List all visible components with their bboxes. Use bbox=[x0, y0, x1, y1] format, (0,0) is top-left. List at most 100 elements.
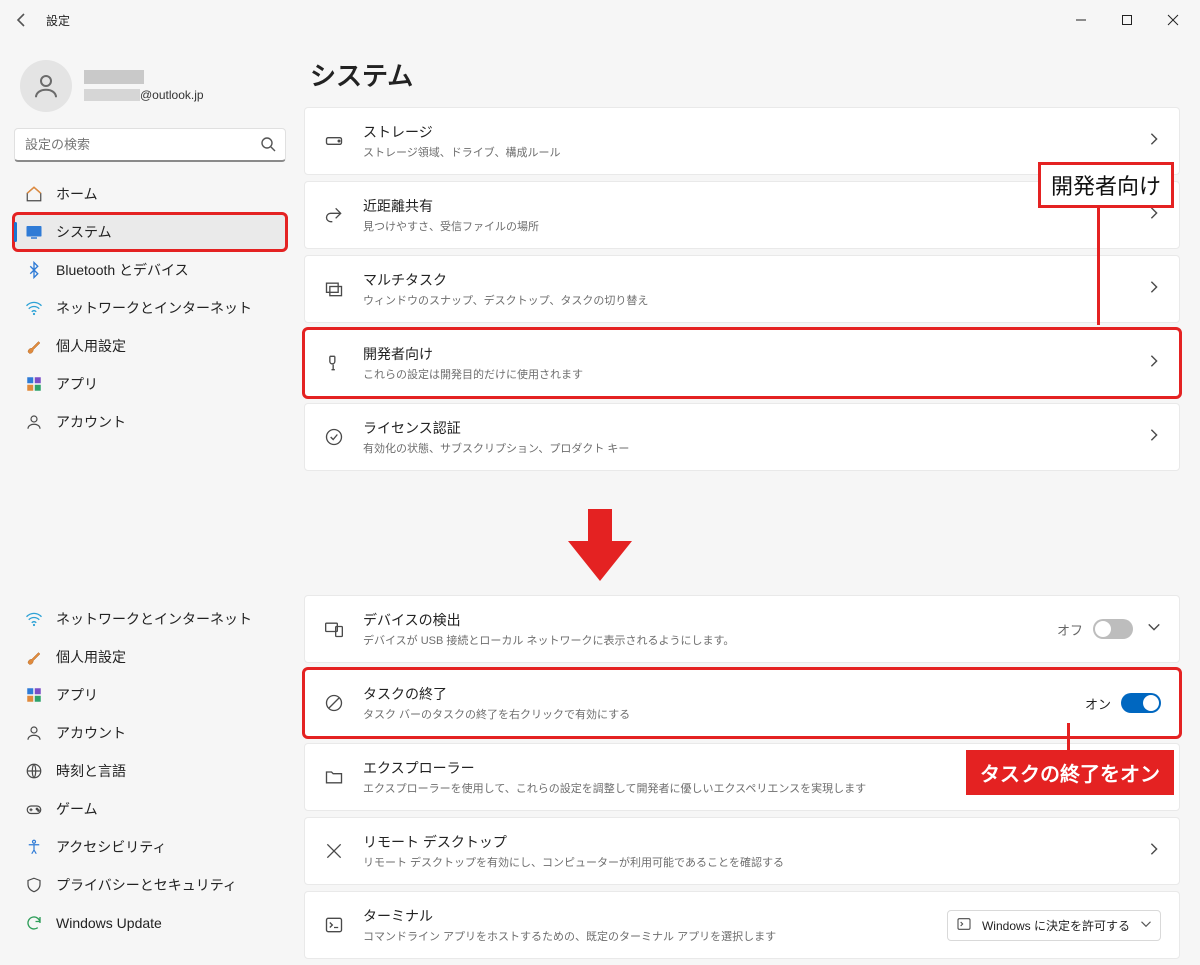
nav-windows-update[interactable]: Windows Update bbox=[14, 905, 286, 941]
nav-accounts[interactable]: アカウント bbox=[14, 404, 286, 440]
chevron-right-icon bbox=[1147, 354, 1161, 373]
toggle-state-label: オン bbox=[1085, 694, 1111, 713]
chevron-down-icon[interactable] bbox=[1147, 620, 1161, 639]
nav-accessibility[interactable]: アクセシビリティ bbox=[14, 829, 286, 865]
row-sub: これらの設定は開発目的だけに使用されます bbox=[363, 366, 1139, 382]
nav-label: アプリ bbox=[56, 374, 98, 394]
nav-label: ホーム bbox=[56, 184, 98, 204]
window-controls bbox=[1058, 0, 1196, 40]
row-sub: タスク バーのタスクの終了を右クリックで有効にする bbox=[363, 706, 1085, 722]
apps-icon bbox=[24, 685, 44, 705]
search-box[interactable] bbox=[14, 128, 286, 162]
shield-icon bbox=[24, 875, 44, 895]
nav-label: アカウント bbox=[56, 412, 126, 432]
nav-gaming[interactable]: ゲーム bbox=[14, 791, 286, 827]
apps-icon bbox=[24, 374, 44, 394]
row-sub: ウィンドウのスナップ、デスクトップ、タスクの切り替え bbox=[363, 292, 1139, 308]
row-activation[interactable]: ライセンス認証有効化の状態、サブスクリプション、プロダクト キー bbox=[304, 403, 1180, 471]
wifi-icon bbox=[24, 609, 44, 629]
row-title: タスクの終了 bbox=[363, 684, 1085, 704]
toggle-on[interactable] bbox=[1121, 693, 1161, 713]
chevron-right-icon bbox=[1147, 132, 1161, 151]
chevron-right-icon bbox=[1147, 206, 1161, 225]
chevron-right-icon bbox=[1147, 428, 1161, 447]
nav-system[interactable]: システム bbox=[14, 214, 286, 250]
terminal-default-dropdown[interactable]: Windows に決定を許可する bbox=[947, 910, 1161, 941]
main-panel: システム ストレージストレージ領域、ドライブ、構成ルール 近距離共有見つけやすさ… bbox=[300, 40, 1200, 489]
arrow-left-icon bbox=[14, 12, 30, 28]
nav-bluetooth[interactable]: Bluetooth とデバイス bbox=[14, 252, 286, 288]
storage-icon bbox=[323, 130, 345, 152]
nav-personalization[interactable]: 個人用設定 bbox=[14, 328, 286, 364]
row-multitask[interactable]: マルチタスクウィンドウのスナップ、デスクトップ、タスクの切り替え bbox=[304, 255, 1180, 323]
row-device-discovery[interactable]: デバイスの検出デバイスが USB 接続とローカル ネットワークに表示されるように… bbox=[304, 595, 1180, 663]
close-button[interactable] bbox=[1150, 0, 1196, 40]
remote-icon bbox=[323, 840, 345, 862]
nav-label: 時刻と言語 bbox=[56, 761, 126, 781]
account-email-suffix: @outlook.jp bbox=[140, 88, 204, 102]
bluetooth-icon bbox=[24, 260, 44, 280]
nav-network[interactable]: ネットワークとインターネット bbox=[14, 601, 286, 637]
account-block[interactable]: @outlook.jp bbox=[14, 50, 286, 128]
maximize-button[interactable] bbox=[1104, 0, 1150, 40]
nav-label: 個人用設定 bbox=[56, 336, 126, 356]
nav-time-language[interactable]: 時刻と言語 bbox=[14, 753, 286, 789]
row-end-task[interactable]: タスクの終了タスク バーのタスクの終了を右クリックで有効にする オン bbox=[304, 669, 1180, 737]
app-title: 設定 bbox=[46, 12, 70, 29]
nav-privacy[interactable]: プライバシーとセキュリティ bbox=[14, 867, 286, 903]
row-terminal[interactable]: ターミナルコマンドライン アプリをホストするための、既定のターミナル アプリを選… bbox=[304, 891, 1180, 959]
row-title: ストレージ bbox=[363, 122, 1139, 142]
minimize-button[interactable] bbox=[1058, 0, 1104, 40]
account-email-redacted bbox=[84, 89, 140, 101]
developer-icon bbox=[323, 352, 345, 374]
home-icon bbox=[24, 184, 44, 204]
terminal-icon bbox=[323, 914, 345, 936]
annotation-line bbox=[1067, 723, 1070, 753]
annotation-label: タスクの終了をオン bbox=[966, 750, 1174, 795]
annotation-line bbox=[1097, 205, 1100, 325]
row-title: 近距離共有 bbox=[363, 196, 1139, 216]
nav-network[interactable]: ネットワークとインターネット bbox=[14, 290, 286, 326]
check-circle-icon bbox=[323, 426, 345, 448]
nav-apps[interactable]: アプリ bbox=[14, 366, 286, 402]
row-title: ターミナル bbox=[363, 906, 947, 926]
row-remote-desktop[interactable]: リモート デスクトップリモート デスクトップを有効にし、コンピューターが利用可能… bbox=[304, 817, 1180, 885]
update-icon bbox=[24, 913, 44, 933]
nav-personalization[interactable]: 個人用設定 bbox=[14, 639, 286, 675]
nav-label: アカウント bbox=[56, 723, 126, 743]
search-input[interactable] bbox=[14, 128, 286, 162]
back-button[interactable] bbox=[4, 2, 40, 38]
nav-label: アクセシビリティ bbox=[56, 837, 166, 857]
row-developer[interactable]: 開発者向けこれらの設定は開発目的だけに使用されます bbox=[304, 329, 1180, 397]
dropdown-value: Windows に決定を許可する bbox=[982, 917, 1130, 934]
chevron-right-icon bbox=[1147, 280, 1161, 299]
device-icon bbox=[323, 618, 345, 640]
nav-label: ゲーム bbox=[56, 799, 98, 819]
share-icon bbox=[323, 204, 345, 226]
arrow-down-icon bbox=[559, 505, 641, 585]
folder-icon bbox=[323, 766, 345, 788]
chevron-down-icon bbox=[1140, 918, 1152, 933]
nav-accounts[interactable]: アカウント bbox=[14, 715, 286, 751]
row-sub: 有効化の状態、サブスクリプション、プロダクト キー bbox=[363, 440, 1139, 456]
nav-label: システム bbox=[56, 222, 112, 242]
main-panel-lower: デバイスの検出デバイスが USB 接続とローカル ネットワークに表示されるように… bbox=[300, 595, 1200, 965]
nav: ホーム システム Bluetooth とデバイス ネットワークとインターネット … bbox=[14, 176, 286, 440]
prohibit-icon bbox=[323, 692, 345, 714]
account-icon bbox=[24, 412, 44, 432]
search-icon bbox=[260, 136, 276, 157]
row-sub: リモート デスクトップを有効にし、コンピューターが利用可能であることを確認する bbox=[363, 854, 1139, 870]
nav-home[interactable]: ホーム bbox=[14, 176, 286, 212]
row-sub: 見つけやすさ、受信ファイルの場所 bbox=[363, 218, 1139, 234]
avatar bbox=[20, 60, 72, 112]
row-sub: コマンドライン アプリをホストするための、既定のターミナル アプリを選択します bbox=[363, 928, 947, 944]
game-icon bbox=[24, 799, 44, 819]
row-title: マルチタスク bbox=[363, 270, 1139, 290]
sidebar-lower: ネットワークとインターネット 個人用設定 アプリ アカウント 時刻と言語 bbox=[0, 595, 300, 965]
nav-label: ネットワークとインターネット bbox=[56, 298, 252, 318]
nav-label: Bluetooth とデバイス bbox=[56, 260, 189, 280]
toggle-off[interactable] bbox=[1093, 619, 1133, 639]
account-name-redacted bbox=[84, 70, 144, 84]
nav-apps[interactable]: アプリ bbox=[14, 677, 286, 713]
nav-label: プライバシーとセキュリティ bbox=[56, 875, 237, 895]
